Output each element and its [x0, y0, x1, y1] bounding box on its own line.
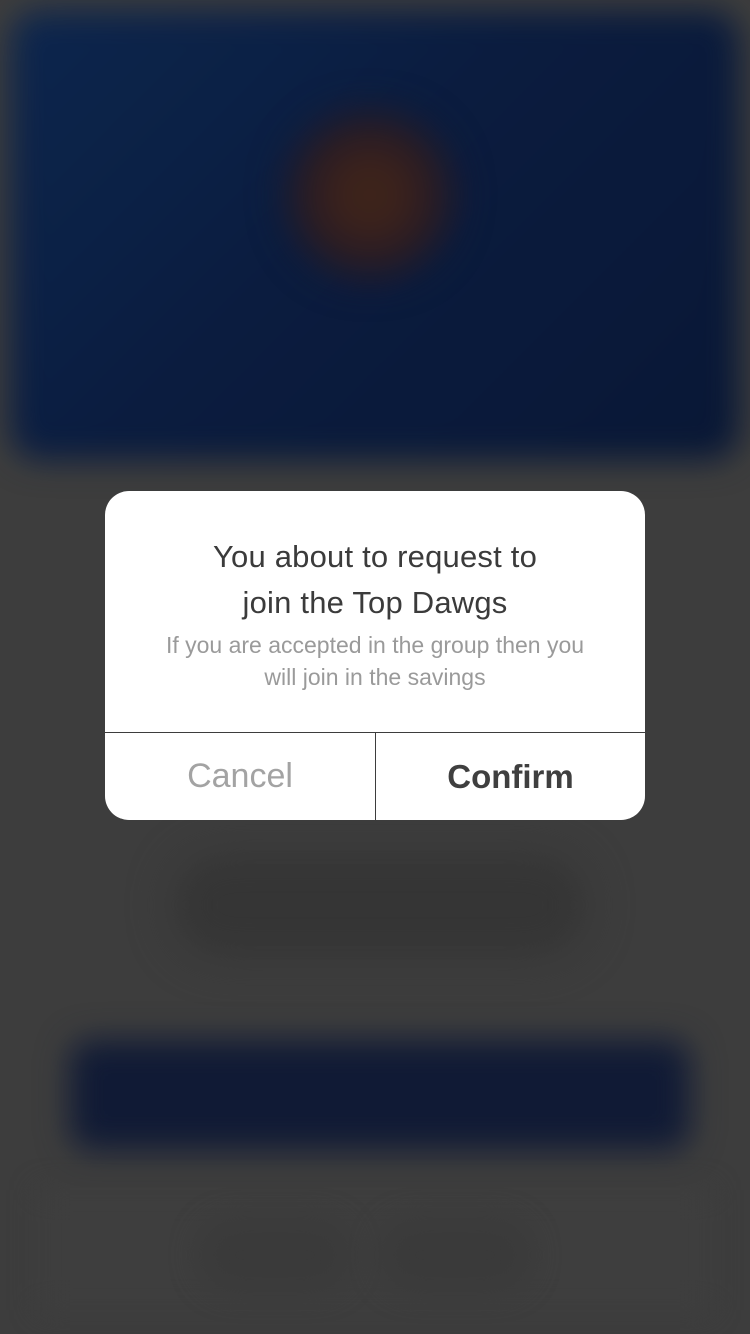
dialog-message: If you are accepted in the group then yo… — [145, 629, 605, 693]
dialog-message-line: will join in the savings — [264, 664, 486, 690]
dialog-body: You about to request to join the Top Daw… — [105, 491, 645, 732]
dialog-title-line: join the Top Dawgs — [242, 585, 508, 620]
dialog-title: You about to request to join the Top Daw… — [135, 534, 615, 626]
confirm-request-dialog: You about to request to join the Top Daw… — [105, 491, 645, 820]
confirm-button[interactable]: Confirm — [376, 733, 645, 820]
dialog-title-line: You about to request to — [212, 539, 538, 574]
cancel-button[interactable]: Cancel — [105, 733, 375, 820]
dialog-message-line: If you are accepted in the group then yo… — [165, 632, 585, 658]
